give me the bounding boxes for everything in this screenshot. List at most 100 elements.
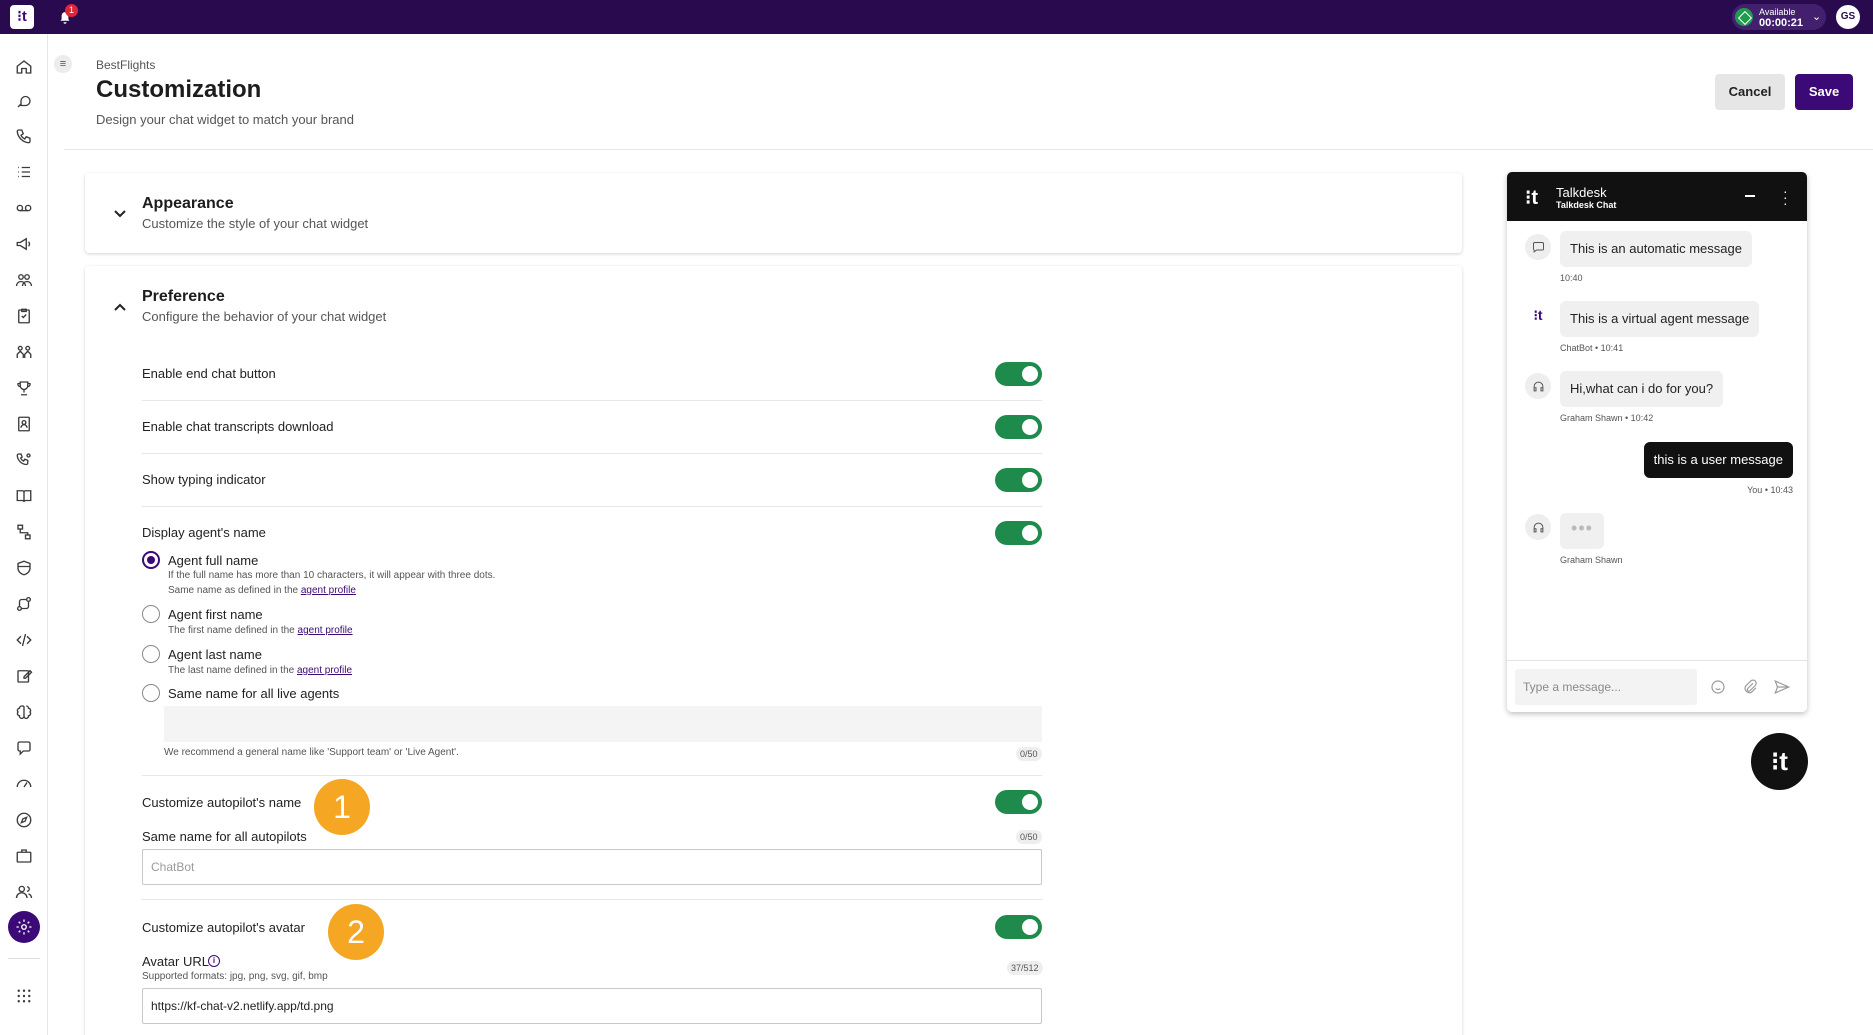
side-nav: [0, 34, 48, 1035]
transcripts-toggle[interactable]: [995, 415, 1042, 439]
minimize-icon[interactable]: [1745, 195, 1755, 197]
chevron-down-icon[interactable]: [113, 207, 127, 221]
live-agent-name-input[interactable]: [164, 706, 1042, 742]
agent-full-name-help2: Same name as defined in the agent profil…: [168, 585, 356, 596]
knowledge-icon[interactable]: [12, 484, 36, 508]
radio-same-name[interactable]: [142, 684, 160, 702]
save-button[interactable]: Save: [1795, 74, 1853, 110]
agent-name-label: Display agent's name: [142, 525, 266, 540]
briefcase-icon[interactable]: [12, 844, 36, 868]
avatar-url-input[interactable]: [142, 988, 1042, 1024]
char-counter: 0/50: [1016, 830, 1042, 844]
shield-icon[interactable]: [12, 556, 36, 580]
callout-badge-1: 1: [314, 779, 370, 835]
autopilot-name-input[interactable]: [142, 849, 1042, 885]
talkdesk-logo[interactable]: ⁝t: [10, 5, 34, 29]
settings-icon[interactable]: [8, 911, 40, 943]
autopilot-avatar-toggle[interactable]: [995, 915, 1042, 939]
teams-icon[interactable]: [12, 268, 36, 292]
agent-last-name-help: The last name defined in the agent profi…: [168, 665, 352, 676]
toggle-knob: [1022, 472, 1038, 488]
agent-profile-link[interactable]: agent profile: [297, 665, 352, 676]
char-counter: 0/50: [1016, 747, 1042, 761]
home-icon[interactable]: [12, 55, 36, 79]
radio-agent-first-name[interactable]: [142, 605, 160, 623]
chat-launcher-button[interactable]: ⁝t: [1751, 733, 1808, 790]
campaigns-icon[interactable]: [12, 232, 36, 256]
agent-name-toggle[interactable]: [995, 521, 1042, 545]
apps-icon[interactable]: [12, 984, 36, 1008]
typing-indicator-label: Show typing indicator: [142, 472, 266, 487]
agent-full-name-label: Agent full name: [168, 553, 259, 568]
notification-badge: 1: [65, 4, 78, 17]
same-name-label: Same name for all live agents: [168, 686, 340, 701]
workflow-icon[interactable]: [12, 520, 36, 544]
radio-agent-full-name[interactable]: [142, 551, 160, 569]
agent-full-name-help: If the full name has more than 10 charac…: [168, 570, 496, 581]
users-icon[interactable]: [12, 880, 36, 904]
chat-icon[interactable]: [12, 736, 36, 760]
end-chat-label: Enable end chat button: [142, 366, 276, 381]
typing-indicator: •••: [1560, 513, 1604, 549]
user-avatar[interactable]: GS: [1836, 5, 1860, 29]
chat-title: Talkdesk: [1556, 185, 1607, 200]
lists-icon[interactable]: [12, 160, 36, 184]
typing-indicator-toggle[interactable]: [995, 468, 1042, 492]
agent-last-name-label: Agent last name: [168, 647, 262, 662]
header-divider: [64, 149, 1873, 150]
explore-icon[interactable]: [12, 808, 36, 832]
routing-icon[interactable]: [12, 448, 36, 472]
preference-subtitle: Configure the behavior of your chat widg…: [142, 309, 387, 324]
chat-header: ⁝t Talkdesk Talkdesk Chat · · ·: [1507, 172, 1807, 221]
agent-profile-link[interactable]: agent profile: [301, 585, 356, 596]
emoji-icon[interactable]: [1708, 677, 1728, 697]
agent-profile-link[interactable]: agent profile: [298, 625, 353, 636]
conversations-icon[interactable]: [12, 89, 36, 113]
ai-icon[interactable]: [12, 700, 36, 724]
collapse-menu-icon[interactable]: ≡: [54, 55, 72, 73]
integrations-icon[interactable]: [12, 592, 36, 616]
chat-message: This is an automatic message: [1560, 231, 1752, 267]
code-icon[interactable]: [12, 628, 36, 652]
nav-divider: [8, 958, 40, 959]
help-text: The first name defined in the: [168, 625, 298, 636]
cancel-button[interactable]: Cancel: [1715, 74, 1785, 110]
message-input[interactable]: [1515, 669, 1697, 705]
char-counter: 37/512: [1007, 961, 1043, 975]
page-subtitle: Design your chat widget to match your br…: [96, 112, 354, 127]
avatar-url-label: Avatar URL: [142, 954, 209, 969]
send-icon[interactable]: [1772, 677, 1792, 697]
trophy-icon[interactable]: [12, 376, 36, 400]
attachment-icon[interactable]: [1740, 677, 1760, 697]
end-chat-toggle[interactable]: [995, 362, 1042, 386]
contacts-icon[interactable]: [12, 412, 36, 436]
avatar-formats-help: Supported formats: jpg, png, svg, gif, b…: [142, 971, 328, 982]
calls-icon[interactable]: [12, 124, 36, 148]
preference-title: Preference: [142, 288, 225, 305]
toggle-knob: [1022, 419, 1038, 435]
tasks-icon[interactable]: [12, 304, 36, 328]
edit-icon[interactable]: [12, 664, 36, 688]
chat-message: This is a virtual agent message: [1560, 301, 1760, 337]
appearance-section[interactable]: Appearance Customize the style of your c…: [85, 173, 1462, 253]
radio-agent-last-name[interactable]: [142, 645, 160, 663]
appearance-title: Appearance: [142, 195, 234, 212]
message-meta: 10:40: [1560, 273, 1583, 283]
chat-message-user: this is a user message: [1643, 442, 1793, 478]
divider: [142, 506, 1042, 507]
help-text: The last name defined in the: [168, 665, 297, 676]
message-meta: Graham Shawn: [1560, 555, 1623, 565]
autopilot-avatar-label: Customize autopilot's avatar: [142, 920, 305, 935]
chevron-up-icon[interactable]: [113, 300, 127, 314]
more-options-icon[interactable]: · · ·: [1783, 184, 1788, 210]
people-icon[interactable]: [12, 340, 36, 364]
info-icon[interactable]: i: [208, 955, 220, 967]
voicemail-icon[interactable]: [12, 196, 36, 220]
chat-message: Hi,what can i do for you?: [1560, 371, 1724, 407]
breadcrumb[interactable]: BestFlights: [96, 58, 155, 72]
autopilot-name-toggle[interactable]: [995, 790, 1042, 814]
agent-status-dropdown[interactable]: Available 00:00:21 ⌄: [1732, 4, 1826, 30]
message-meta: ChatBot • 10:41: [1560, 343, 1624, 353]
speed-icon[interactable]: [12, 772, 36, 796]
agent-first-name-label: Agent first name: [168, 607, 263, 622]
